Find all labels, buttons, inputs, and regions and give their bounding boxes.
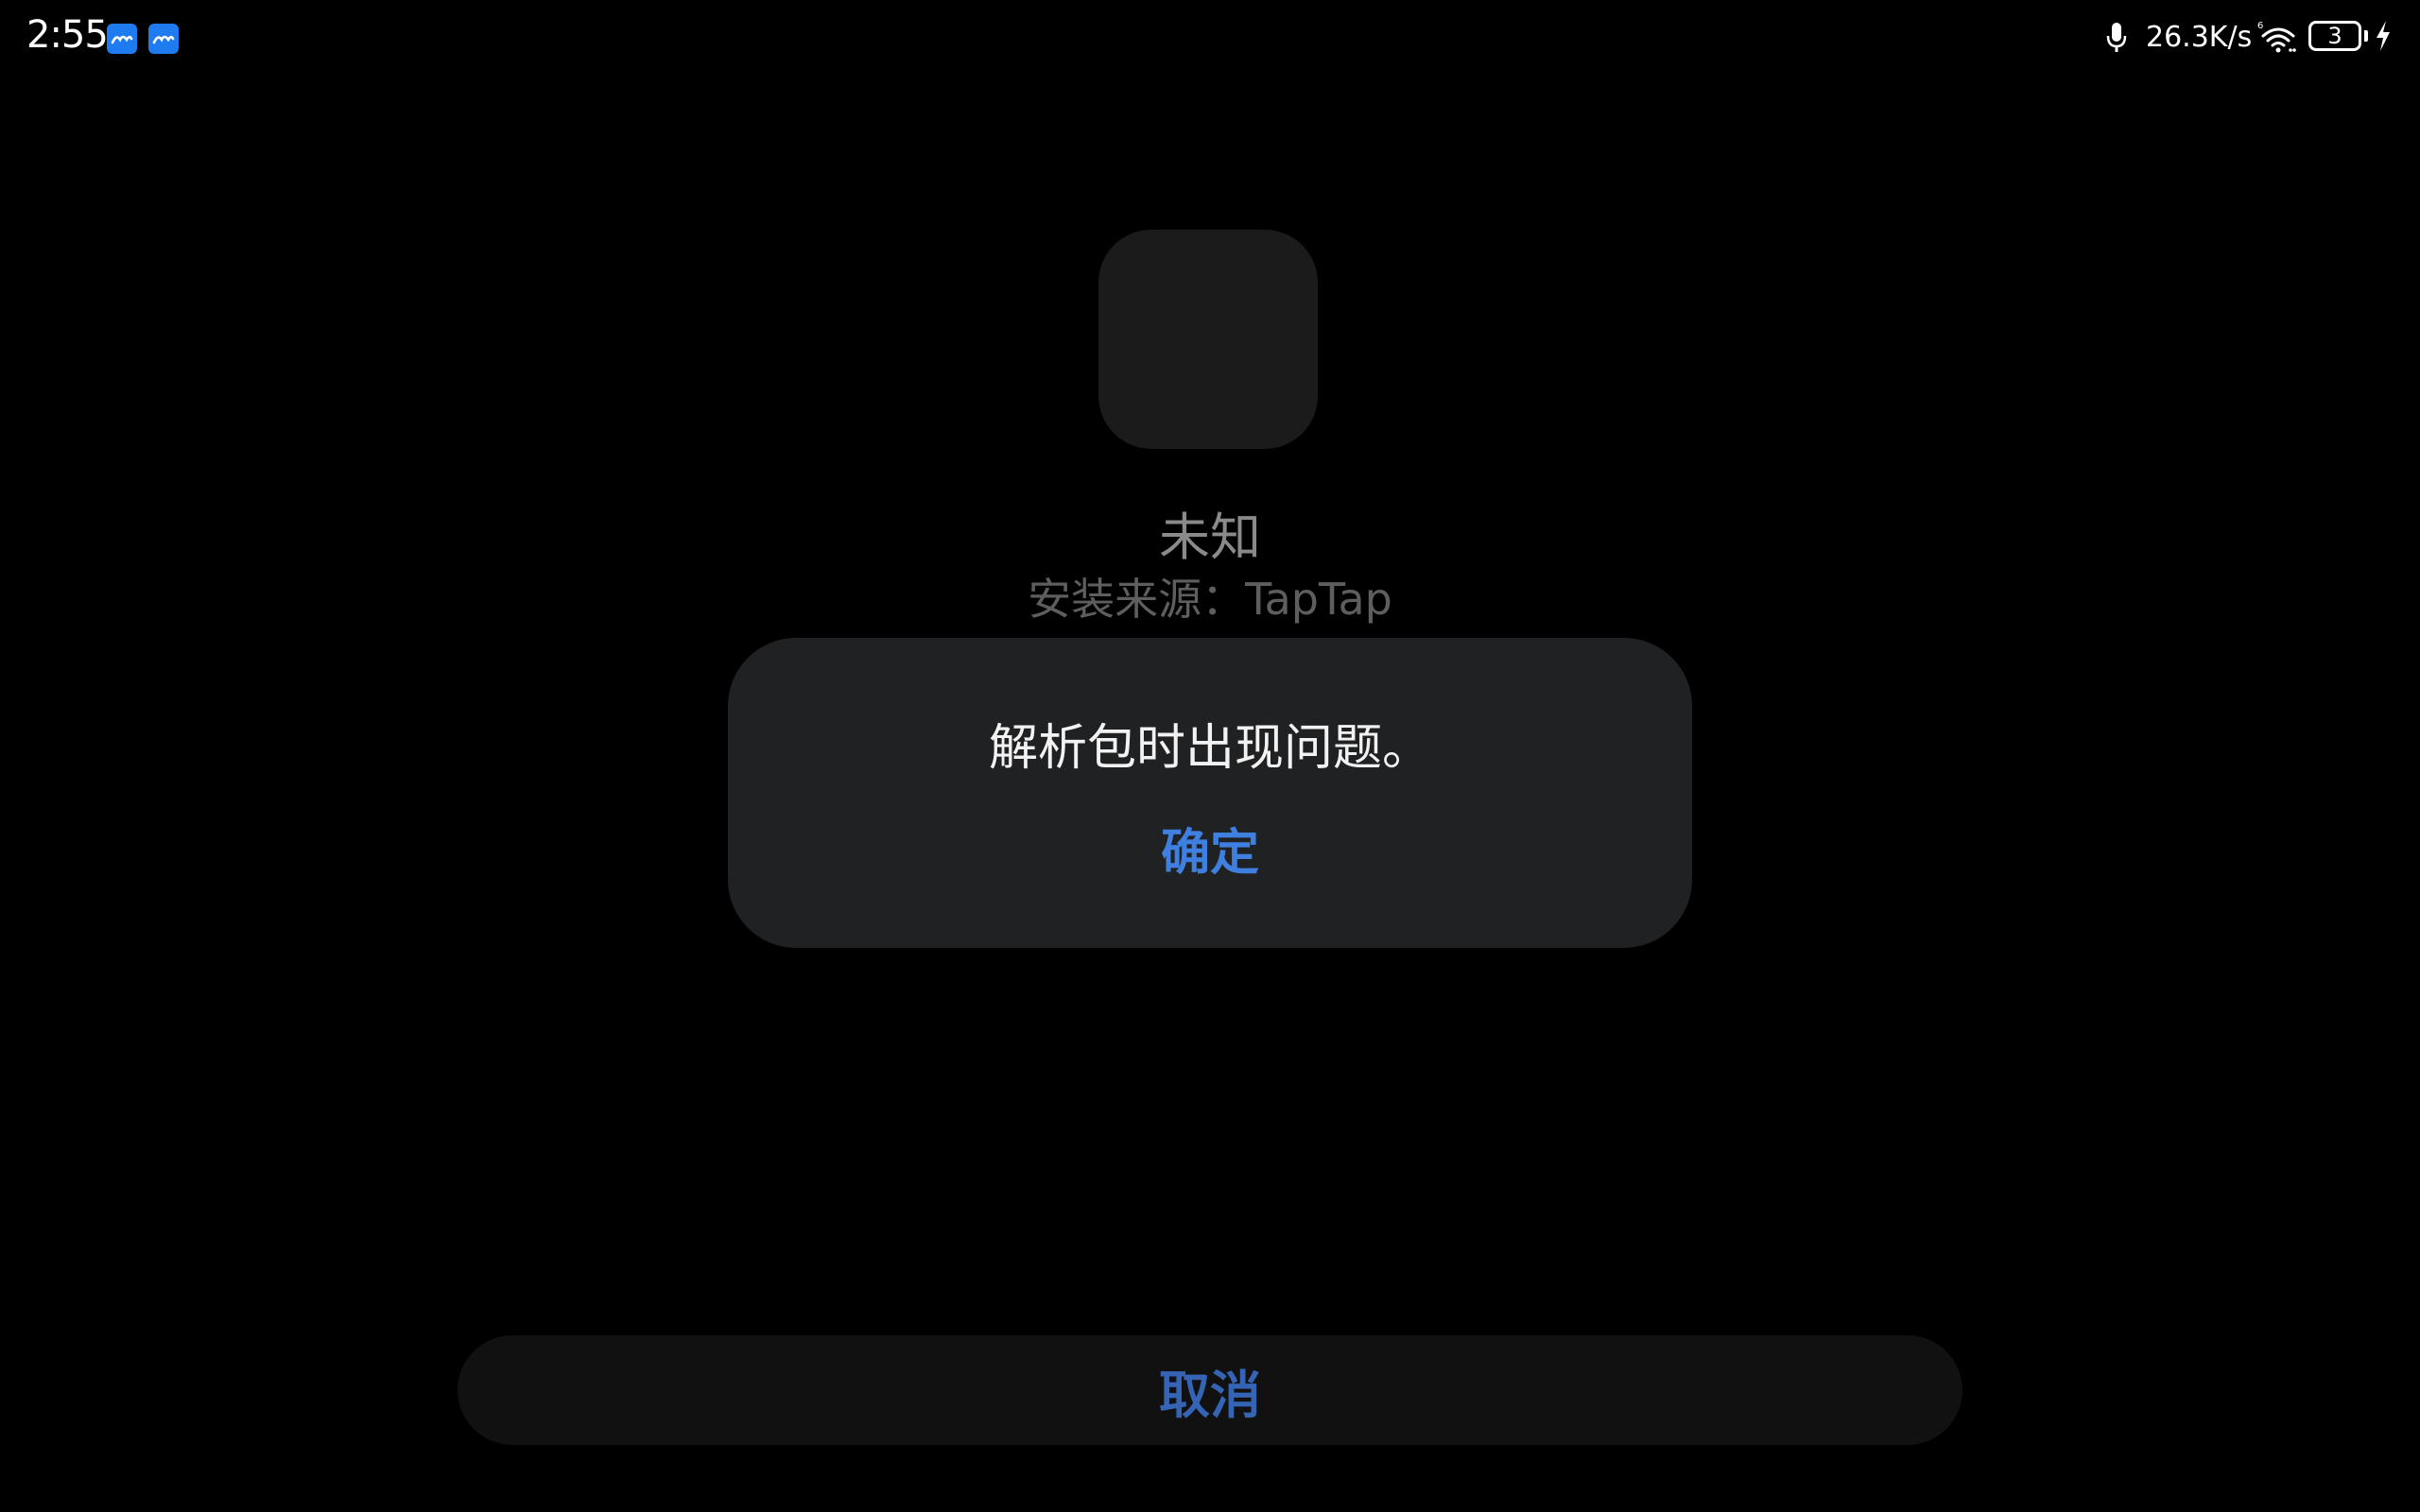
install-source: 安装来源：TapTap [1028,574,1392,625]
error-dialog: 解析包时出现问题。 确定 [728,638,1692,948]
app-icon-placeholder [1098,230,1318,449]
wifi-icon: 6 [2257,21,2296,53]
status-clock: 2:55 [26,13,109,57]
dialog-message: 解析包时出现问题。 [988,720,1431,777]
mic-icon [2106,23,2127,52]
battery-icon: 3 [2308,21,2361,51]
network-speed: 26.3K/s [2146,21,2253,54]
battery-level: 3 [2327,23,2342,49]
cancel-button[interactable]: 取消 [458,1335,1962,1445]
svg-text:6: 6 [2257,21,2263,31]
status-bar: 2:55 26.3K/s 6 3 [0,0,2420,76]
feishu-icon [148,24,179,54]
app-name: 未知 [1159,507,1261,567]
charging-icon [2377,21,2390,51]
ok-button[interactable]: 确定 [1123,816,1297,891]
battery-tip [2364,30,2368,42]
feishu-icon [107,24,137,54]
installer-screen: 2:55 26.3K/s 6 3 未知 安装来源：TapTap 解析包时出现问题… [0,0,2420,1512]
